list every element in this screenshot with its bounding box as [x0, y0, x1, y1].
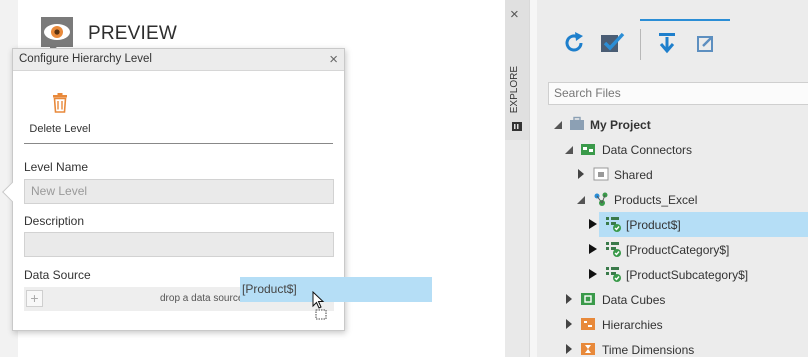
- briefcase-icon: [570, 116, 584, 130]
- expanded-arrow-icon[interactable]: [576, 195, 586, 205]
- toolbar-separator: [640, 29, 641, 60]
- tree-item-product-subcategory[interactable]: [ProductSubcategory$]: [537, 262, 808, 287]
- refresh-icon[interactable]: [561, 30, 587, 56]
- divider: [24, 143, 333, 144]
- trash-icon: [53, 93, 67, 113]
- tree-item-data-cubes[interactable]: Data Cubes: [537, 287, 808, 312]
- panel-splitter[interactable]: [529, 0, 537, 357]
- tree-item-product-category[interactable]: [ProductCategory$]: [537, 237, 808, 262]
- collapsed-arrow-icon[interactable]: [588, 219, 598, 229]
- tree-item-label: Products_Excel: [614, 193, 698, 207]
- drag-cursor-icon: [312, 291, 327, 320]
- description-input[interactable]: [24, 232, 334, 257]
- explore-tab[interactable]: × EXPLORE: [505, 0, 529, 140]
- drag-ghost-label: [Product$]: [242, 282, 297, 296]
- collapsed-arrow-icon[interactable]: [576, 169, 586, 179]
- collapsed-arrow-icon[interactable]: [588, 269, 598, 279]
- collapsed-arrow-icon[interactable]: [564, 319, 574, 329]
- tree-item-data-connectors[interactable]: Data Connectors: [537, 137, 808, 162]
- active-tab-indicator: [640, 19, 730, 21]
- delete-level-button[interactable]: Delete Level: [29, 93, 91, 137]
- explore-tab-label: EXPLORE: [509, 66, 520, 114]
- edit-icon[interactable]: [692, 30, 718, 56]
- connector-icon: [594, 192, 608, 206]
- collapsed-arrow-icon[interactable]: [564, 294, 574, 304]
- hierarchies-icon: [581, 318, 595, 330]
- tree-item-hierarchies[interactable]: Hierarchies: [537, 312, 808, 337]
- tree-item-label: [Product$]: [626, 218, 681, 232]
- hourglass-icon: [581, 343, 595, 355]
- tree-item-products-excel[interactable]: Products_Excel: [537, 187, 808, 212]
- explore-toolbar: [537, 0, 808, 80]
- expanded-arrow-icon[interactable]: [553, 120, 563, 130]
- tree-item-label: Hierarchies: [602, 318, 663, 332]
- tree-item-my-project[interactable]: My Project: [537, 112, 808, 137]
- tree-item-label: [ProductCategory$]: [626, 243, 730, 257]
- table-check-icon: [606, 267, 621, 282]
- search-files-input[interactable]: Search Files: [548, 82, 808, 105]
- level-name-label: Level Name: [24, 160, 89, 174]
- dialog-title: Configure Hierarchy Level: [19, 53, 152, 65]
- explore-panel: Search Files My Project Data Connectors …: [537, 0, 808, 357]
- tree-item-label: My Project: [590, 118, 651, 132]
- panel-icon: [512, 122, 522, 131]
- tree-item-label: Data Cubes: [602, 293, 666, 307]
- collapsed-arrow-icon[interactable]: [564, 344, 574, 354]
- data-connectors-icon: [581, 144, 595, 155]
- shared-folder-icon: [593, 167, 609, 181]
- tree-item-time-dimensions[interactable]: Time Dimensions: [537, 337, 808, 357]
- close-icon[interactable]: ×: [329, 51, 338, 68]
- description-label: Description: [24, 214, 85, 228]
- table-check-icon: [606, 217, 621, 232]
- tree-item-label: Data Connectors: [602, 143, 693, 157]
- tree-item-product[interactable]: [Product$]: [537, 212, 808, 237]
- data-cubes-icon: [581, 293, 595, 305]
- expanded-arrow-icon[interactable]: [564, 145, 574, 155]
- tree-item-label: Shared: [614, 168, 653, 182]
- level-name-input[interactable]: New Level: [24, 179, 334, 204]
- tree-item-label: Time Dimensions: [602, 343, 695, 357]
- drop-hint: drop a data source: [160, 293, 244, 304]
- preview-label: PREVIEW: [88, 23, 178, 44]
- tree-item-label: [ProductSubcategory$]: [626, 268, 749, 282]
- collapsed-arrow-icon[interactable]: [588, 244, 598, 254]
- tree-item-shared[interactable]: Shared: [537, 162, 808, 187]
- table-check-icon: [606, 242, 621, 257]
- dialog-titlebar: Configure Hierarchy Level ×: [13, 49, 344, 71]
- filter-down-icon[interactable]: [654, 30, 680, 56]
- add-data-source-button[interactable]: +: [26, 290, 43, 307]
- check-icon[interactable]: [599, 30, 625, 56]
- close-icon[interactable]: ×: [510, 6, 519, 23]
- data-source-label: Data Source: [24, 268, 91, 282]
- delete-level-label: Delete Level: [29, 123, 91, 135]
- drag-ghost: [Product$]: [240, 277, 432, 302]
